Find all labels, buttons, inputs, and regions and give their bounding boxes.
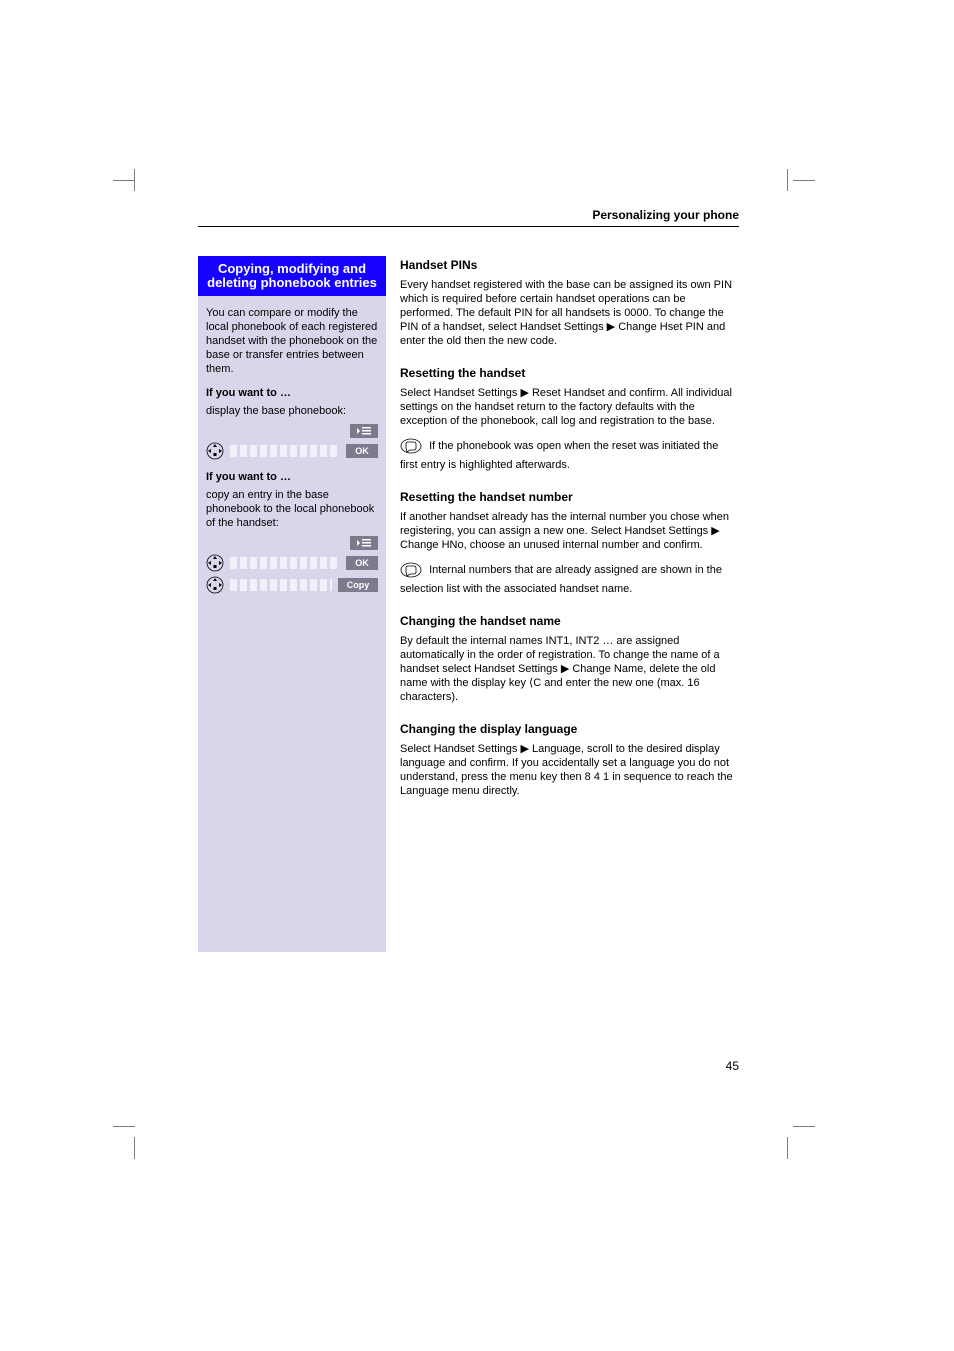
dpad-icon: [206, 554, 224, 572]
section-text: By default the internal names INT1, INT2…: [400, 634, 739, 704]
sidebar-line: Base Phonebook OK: [206, 442, 378, 460]
section-heading: Handset PINs: [400, 258, 739, 272]
sidebar-section-heading: If you want to …: [206, 470, 378, 484]
body-section: Changing the handset name By default the…: [400, 614, 739, 704]
section-text: If another handset already has the inter…: [400, 510, 739, 552]
sidebar-title: Copying, modifying and deleting phoneboo…: [198, 256, 386, 296]
ok-tag: OK: [346, 444, 378, 458]
copy-tag: Copy: [338, 578, 378, 592]
note-text: Internal numbers that are already assign…: [400, 564, 722, 595]
sidebar-intro: You can compare or modify the local phon…: [206, 306, 378, 376]
ok-tag: OK: [346, 556, 378, 570]
section-note: Internal numbers that are already assign…: [400, 562, 739, 596]
sidebar-line: Base Phonebook OK: [206, 554, 378, 572]
label-placeholder: (select entry): [230, 579, 332, 591]
crop-mark: [113, 1126, 135, 1127]
crop-mark: [113, 180, 135, 181]
sidebar-content: You can compare or modify the local phon…: [198, 296, 386, 952]
sidebar-spacer: [206, 598, 378, 938]
page: Personalizing your phone 45 Copying, mod…: [0, 0, 954, 1351]
section-heading: Resetting the handset number: [400, 490, 739, 504]
note-text: If the phonebook was open when the reset…: [400, 440, 718, 471]
sidebar-line: copy an entry in the base phonebook to t…: [206, 488, 378, 530]
body: Handset PINs Every handset registered wi…: [400, 258, 739, 816]
section-heading: Changing the handset name: [400, 614, 739, 628]
sidebar-line: [206, 424, 378, 438]
crop-mark: [787, 169, 788, 191]
section-text: Every handset registered with the base c…: [400, 278, 739, 348]
body-section: Handset PINs Every handset registered wi…: [400, 258, 739, 348]
dpad-icon: [206, 576, 224, 594]
body-section: Changing the display language Select Han…: [400, 722, 739, 798]
crop-mark: [134, 1137, 135, 1159]
header-title: Personalizing your phone: [592, 208, 739, 222]
dpad-icon: [206, 442, 224, 460]
sidebar: Copying, modifying and deleting phoneboo…: [198, 256, 386, 952]
hand-icon: [400, 438, 422, 458]
hand-icon: [400, 562, 422, 582]
section-text: Select Handset Settings ▶ Reset Handset …: [400, 386, 739, 428]
sidebar-section-heading: If you want to …: [206, 386, 378, 400]
body-section: Resetting the handset number If another …: [400, 490, 739, 596]
sidebar-line: [206, 536, 378, 550]
page-number: 45: [0, 1059, 954, 1073]
section-heading: Changing the display language: [400, 722, 739, 736]
crop-mark: [793, 180, 815, 181]
section-text: Select Handset Settings ▶ Language, scro…: [400, 742, 739, 798]
menu-icon: [350, 424, 378, 438]
menu-icon: [350, 536, 378, 550]
section-note: If the phonebook was open when the reset…: [400, 438, 739, 472]
sidebar-line: (select entry) Copy: [206, 576, 378, 594]
crop-mark: [787, 1137, 788, 1159]
crop-mark: [793, 1126, 815, 1127]
label-placeholder: Base Phonebook: [230, 557, 340, 569]
section-heading: Resetting the handset: [400, 366, 739, 380]
label-placeholder: Base Phonebook: [230, 445, 340, 457]
sidebar-line: display the base phonebook:: [206, 404, 378, 418]
body-section: Resetting the handset Select Handset Set…: [400, 366, 739, 472]
page-header: Personalizing your phone: [198, 208, 739, 227]
